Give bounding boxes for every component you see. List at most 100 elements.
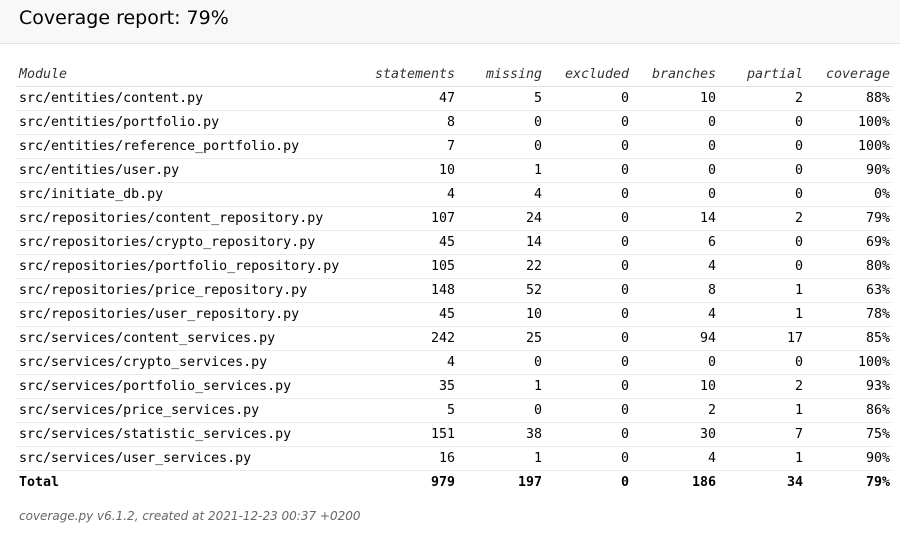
excluded-cell: 0: [545, 398, 632, 423]
table-row: src/repositories/price_repository.py 148 5…: [16, 278, 893, 303]
module-link[interactable]: src/repositories/user_repository.py: [16, 302, 369, 327]
total-branches: 186: [691, 475, 716, 490]
module-link[interactable]: src/entities/reference_portfolio.py: [16, 134, 369, 159]
coverage-cell: 100%: [806, 350, 893, 375]
excluded-cell: 0: [545, 110, 632, 135]
missing-cell: 0: [458, 110, 545, 135]
statements-cell: 105: [369, 254, 458, 279]
excluded-cell: 0: [545, 86, 632, 111]
missing-cell: 10: [458, 302, 545, 327]
branches-cell: 2: [632, 398, 719, 423]
partial-cell: 0: [719, 182, 806, 207]
module-link[interactable]: src/entities/user.py: [16, 158, 369, 183]
excluded-cell: 0: [545, 446, 632, 471]
table-header-row: Module statements missing excluded branc…: [16, 62, 893, 87]
partial-cell: 1: [719, 278, 806, 303]
missing-cell: 14: [458, 230, 545, 255]
excluded-cell: 0: [545, 182, 632, 207]
statements-cell: 148: [369, 278, 458, 303]
branches-cell: 94: [632, 326, 719, 351]
table-row: src/repositories/user_repository.py 45 10 0…: [16, 302, 893, 327]
module-link[interactable]: src/repositories/portfolio_repository.py: [16, 254, 369, 279]
coverage-cell: 63%: [806, 278, 893, 303]
missing-cell: 1: [458, 446, 545, 471]
table-row: src/entities/portfolio.py 8 0 0 0 0 100%: [16, 110, 893, 135]
coverage-cell: 80%: [806, 254, 893, 279]
module-link[interactable]: src/services/crypto_services.py: [16, 350, 369, 375]
partial-cell: 0: [719, 350, 806, 375]
missing-cell: 52: [458, 278, 545, 303]
missing-cell: 25: [458, 326, 545, 351]
branches-cell: 4: [632, 254, 719, 279]
partial-cell: 7: [719, 422, 806, 447]
module-link[interactable]: src/services/statistic_services.py: [16, 422, 369, 447]
column-header-partial[interactable]: partial: [719, 62, 806, 87]
page-title: Coverage report: 79%: [19, 7, 229, 29]
excluded-cell: 0: [545, 254, 632, 279]
excluded-cell: 0: [545, 278, 632, 303]
total-partial: 34: [786, 475, 803, 490]
branches-cell: 10: [632, 374, 719, 399]
missing-cell: 22: [458, 254, 545, 279]
statements-cell: 45: [369, 302, 458, 327]
branches-cell: 8: [632, 278, 719, 303]
footer-credit: coverage.py v6.1.2, created at 2021-12-2…: [19, 509, 361, 523]
column-header-branches[interactable]: branches: [632, 62, 719, 87]
branches-cell: 4: [632, 302, 719, 327]
partial-cell: 1: [719, 302, 806, 327]
total-label: Total: [19, 475, 60, 490]
coverage-cell: 88%: [806, 86, 893, 111]
table-row: src/entities/content.py 47 5 0 10 2 88%: [16, 86, 893, 111]
statements-cell: 7: [369, 134, 458, 159]
coverage-cell: 79%: [806, 206, 893, 231]
partial-cell: 2: [719, 86, 806, 111]
table-row: src/repositories/portfolio_repository.py…: [16, 254, 893, 279]
branches-cell: 0: [632, 134, 719, 159]
statements-cell: 5: [369, 398, 458, 423]
partial-cell: 2: [719, 206, 806, 231]
coverage-table: Module statements missing excluded branc…: [16, 62, 893, 494]
module-link[interactable]: src/repositories/crypto_repository.py: [16, 230, 369, 255]
column-header-missing[interactable]: missing: [458, 62, 545, 87]
table-row: src/services/crypto_services.py 4 0 0 0 0 100%: [16, 350, 893, 375]
module-link[interactable]: src/repositories/price_repository.py: [16, 278, 369, 303]
module-link[interactable]: src/entities/content.py: [16, 86, 369, 111]
module-link[interactable]: src/services/portfolio_services.py: [16, 374, 369, 399]
coverage-cell: 75%: [806, 422, 893, 447]
coverage-cell: 93%: [806, 374, 893, 399]
statements-cell: 47: [369, 86, 458, 111]
partial-cell: 0: [719, 110, 806, 135]
module-link[interactable]: src/services/user_services.py: [16, 446, 369, 471]
partial-cell: 2: [719, 374, 806, 399]
coverage-cell: 85%: [806, 326, 893, 351]
excluded-cell: 0: [545, 302, 632, 327]
module-link[interactable]: src/entities/portfolio.py: [16, 110, 369, 135]
partial-cell: 0: [719, 230, 806, 255]
table-row: src/services/user_services.py 16 1 0 4 1 90%: [16, 446, 893, 471]
missing-cell: 0: [458, 398, 545, 423]
table-row: src/services/content_services.py 242 25 0 94…: [16, 326, 893, 351]
total-coverage: 79%: [865, 475, 890, 490]
partial-cell: 1: [719, 446, 806, 471]
coverage-cell: 90%: [806, 158, 893, 183]
coverage-cell: 78%: [806, 302, 893, 327]
branches-cell: 14: [632, 206, 719, 231]
excluded-cell: 0: [545, 422, 632, 447]
coverage-cell: 0%: [806, 182, 893, 207]
column-header-module[interactable]: Module: [16, 62, 369, 87]
statements-cell: 10: [369, 158, 458, 183]
excluded-cell: 0: [545, 350, 632, 375]
column-header-excluded[interactable]: excluded: [545, 62, 632, 87]
module-link[interactable]: src/services/content_services.py: [16, 326, 369, 351]
coverage-cell: 90%: [806, 446, 893, 471]
column-header-statements[interactable]: statements: [369, 62, 458, 87]
partial-cell: 1: [719, 398, 806, 423]
total-missing: 197: [517, 475, 542, 490]
missing-cell: 1: [458, 158, 545, 183]
module-link[interactable]: src/initiate_db.py: [16, 182, 369, 207]
module-link[interactable]: src/repositories/content_repository.py: [16, 206, 369, 231]
branches-cell: 0: [632, 182, 719, 207]
module-link[interactable]: src/services/price_services.py: [16, 398, 369, 423]
column-header-coverage[interactable]: coverage: [806, 62, 893, 87]
total-row: Total 979 197 0 186 34 79%: [16, 471, 893, 495]
